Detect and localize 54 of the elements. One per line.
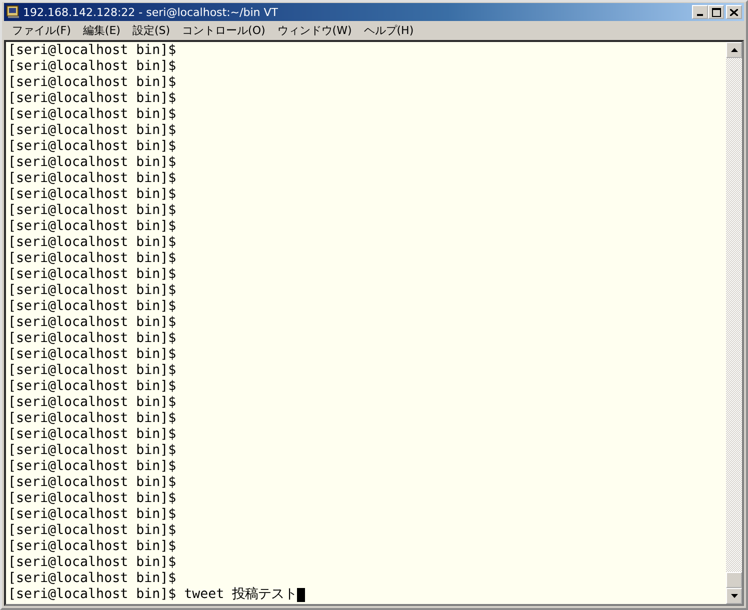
menu-item[interactable]: ヘルプ(H) bbox=[358, 23, 420, 38]
terminal-line: [seri@localhost bin]$ bbox=[8, 267, 176, 283]
terminal-line: [seri@localhost bin]$ bbox=[8, 251, 176, 267]
terminal-line: [seri@localhost bin]$ bbox=[8, 411, 176, 427]
terminal-line: [seri@localhost bin]$ bbox=[8, 123, 176, 139]
terminal-line: [seri@localhost bin]$ tweet 投稿テスト bbox=[8, 587, 298, 603]
scrollbar[interactable] bbox=[726, 42, 742, 604]
menu-item[interactable]: コントロール(O) bbox=[176, 23, 272, 38]
terminal-line: [seri@localhost bin]$ bbox=[8, 315, 176, 331]
terminal-line: [seri@localhost bin]$ bbox=[8, 107, 176, 123]
terminal-line: [seri@localhost bin]$ bbox=[8, 139, 176, 155]
terminal-line: [seri@localhost bin]$ bbox=[8, 507, 176, 523]
close-icon bbox=[730, 8, 738, 16]
menu-item[interactable]: 設定(S) bbox=[126, 23, 176, 38]
terminal-line: [seri@localhost bin]$ bbox=[8, 203, 176, 219]
terminal-line: [seri@localhost bin]$ bbox=[8, 443, 176, 459]
terminal-line: [seri@localhost bin]$ bbox=[8, 75, 176, 91]
menu-item[interactable]: 編集(E) bbox=[76, 23, 126, 38]
terminal-line: [seri@localhost bin]$ bbox=[8, 491, 176, 507]
scroll-down-button[interactable] bbox=[726, 588, 742, 604]
terminal-line: [seri@localhost bin]$ bbox=[8, 219, 176, 235]
terminal-line: [seri@localhost bin]$ bbox=[8, 155, 176, 171]
terminal-line: [seri@localhost bin]$ bbox=[8, 395, 176, 411]
terminal-line: [seri@localhost bin]$ bbox=[8, 235, 176, 251]
maximize-icon bbox=[712, 8, 720, 16]
maximize-button[interactable] bbox=[708, 5, 724, 19]
scroll-thumb[interactable] bbox=[726, 572, 742, 588]
terminal-line: [seri@localhost bin]$ bbox=[8, 91, 176, 107]
terminal-line: [seri@localhost bin]$ bbox=[8, 59, 176, 75]
down-arrow-icon bbox=[730, 594, 738, 598]
terminal-line: [seri@localhost bin]$ bbox=[8, 171, 176, 187]
terminal-line: [seri@localhost bin]$ bbox=[8, 299, 176, 315]
scroll-up-button[interactable] bbox=[726, 42, 742, 58]
up-arrow-icon bbox=[730, 48, 738, 52]
terminal-line: [seri@localhost bin]$ bbox=[8, 187, 176, 203]
close-button[interactable] bbox=[726, 5, 742, 19]
terminal-line: [seri@localhost bin]$ bbox=[8, 43, 176, 59]
menu-item[interactable]: ファイル(F) bbox=[6, 23, 77, 38]
terminal-line: [seri@localhost bin]$ bbox=[8, 555, 176, 571]
terminal-line: [seri@localhost bin]$ bbox=[8, 475, 176, 491]
minimize-button[interactable] bbox=[692, 5, 708, 19]
window-title: 192.168.142.128:22 - seri@localhost:~/bin VT bbox=[23, 6, 278, 18]
terminal-line: [seri@localhost bin]$ bbox=[8, 427, 176, 443]
menu-item[interactable]: ウィンドウ(W) bbox=[271, 23, 358, 38]
terminal-line: [seri@localhost bin]$ bbox=[8, 539, 176, 555]
terminal-line: [seri@localhost bin]$ bbox=[8, 571, 176, 587]
terminal-icon bbox=[6, 5, 20, 19]
terminal-line: [seri@localhost bin]$ bbox=[8, 363, 176, 379]
terminal-line: [seri@localhost bin]$ bbox=[8, 331, 176, 347]
terminal-line: [seri@localhost bin]$ bbox=[8, 459, 176, 475]
terminal-line: [seri@localhost bin]$ bbox=[8, 379, 176, 395]
terminal-line: [seri@localhost bin]$ bbox=[8, 283, 176, 299]
terminal-line: [seri@localhost bin]$ bbox=[8, 523, 176, 539]
terminal-line: [seri@localhost bin]$ bbox=[8, 347, 176, 363]
